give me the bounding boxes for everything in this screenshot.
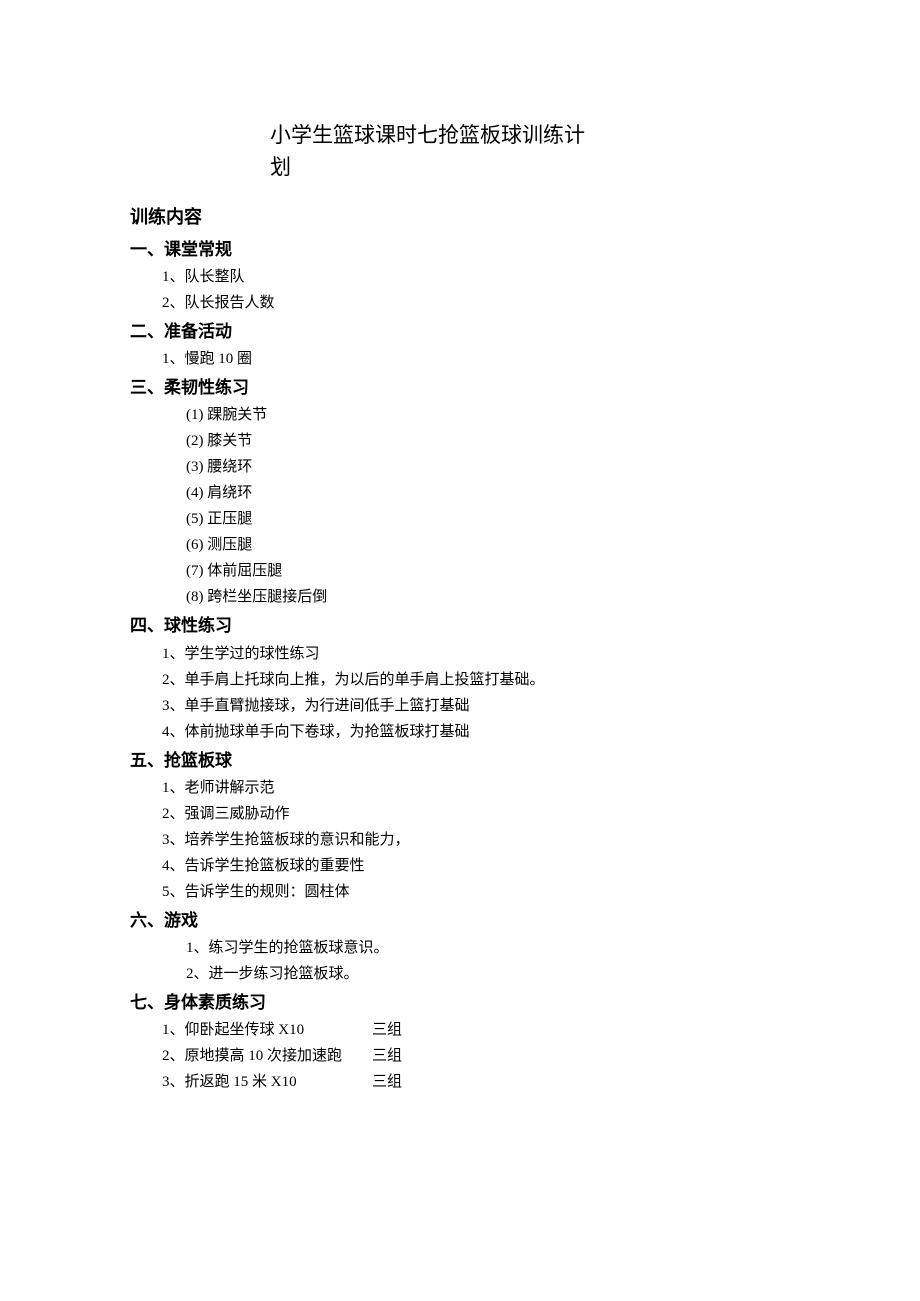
list-item-row: 2、原地摸高 10 次接加速跑 三组 <box>162 1044 790 1068</box>
list-item: 1、慢跑 10 圈 <box>162 347 790 371</box>
list-item: 4、告诉学生抢篮板球的重要性 <box>162 854 790 878</box>
section-3-heading: 三、柔韧性练习 <box>130 374 790 401</box>
list-item: 1、队长整队 <box>162 265 790 289</box>
exercise-name: 2、原地摸高 10 次接加速跑 <box>162 1044 372 1068</box>
list-item: 3、单手直臂抛接球，为行进间低手上篮打基础 <box>162 694 790 718</box>
section-2-heading: 二、准备活动 <box>130 318 790 345</box>
exercise-sets: 三组 <box>372 1018 402 1042</box>
list-item: 1、学生学过的球性练习 <box>162 642 790 666</box>
list-item: (8) 跨栏坐压腿接后倒 <box>186 585 790 609</box>
section-1-heading: 一、课堂常规 <box>130 236 790 263</box>
list-item-row: 1、仰卧起坐传球 X10 三组 <box>162 1018 790 1042</box>
list-item-row: 3、折返跑 15 米 X10 三组 <box>162 1070 790 1094</box>
exercise-name: 1、仰卧起坐传球 X10 <box>162 1018 372 1042</box>
list-item: (2) 膝关节 <box>186 429 790 453</box>
section-7-heading: 七、身体素质练习 <box>130 989 790 1016</box>
list-item: (7) 体前屈压腿 <box>186 559 790 583</box>
list-item: (3) 腰绕环 <box>186 455 790 479</box>
section-5-heading: 五、抢篮板球 <box>130 747 790 774</box>
list-item: 5、告诉学生的规则：圆柱体 <box>162 880 790 904</box>
list-item: 2、进一步练习抢篮板球。 <box>186 962 790 986</box>
content-heading: 训练内容 <box>130 203 790 232</box>
list-item: 2、强调三威胁动作 <box>162 802 790 826</box>
section-4-heading: 四、球性练习 <box>130 612 790 639</box>
list-item: (1) 踝腕关节 <box>186 403 790 427</box>
list-item: 4、体前抛球单手向下卷球，为抢篮板球打基础 <box>162 720 790 744</box>
list-item: 2、队长报告人数 <box>162 291 790 315</box>
exercise-sets: 三组 <box>372 1044 402 1068</box>
list-item: (6) 测压腿 <box>186 533 790 557</box>
list-item: 2、单手肩上托球向上推，为以后的单手肩上投篮打基础。 <box>162 668 790 692</box>
list-item: 3、培养学生抢篮板球的意识和能力， <box>162 828 790 852</box>
list-item: (5) 正压腿 <box>186 507 790 531</box>
exercise-name: 3、折返跑 15 米 X10 <box>162 1070 372 1094</box>
document-title: 小学生篮球课时七抢篮板球训练计划 <box>270 120 590 183</box>
exercise-sets: 三组 <box>372 1070 402 1094</box>
section-6-heading: 六、游戏 <box>130 907 790 934</box>
list-item: 1、老师讲解示范 <box>162 776 790 800</box>
list-item: (4) 肩绕环 <box>186 481 790 505</box>
list-item: 1、练习学生的抢篮板球意识。 <box>186 936 790 960</box>
